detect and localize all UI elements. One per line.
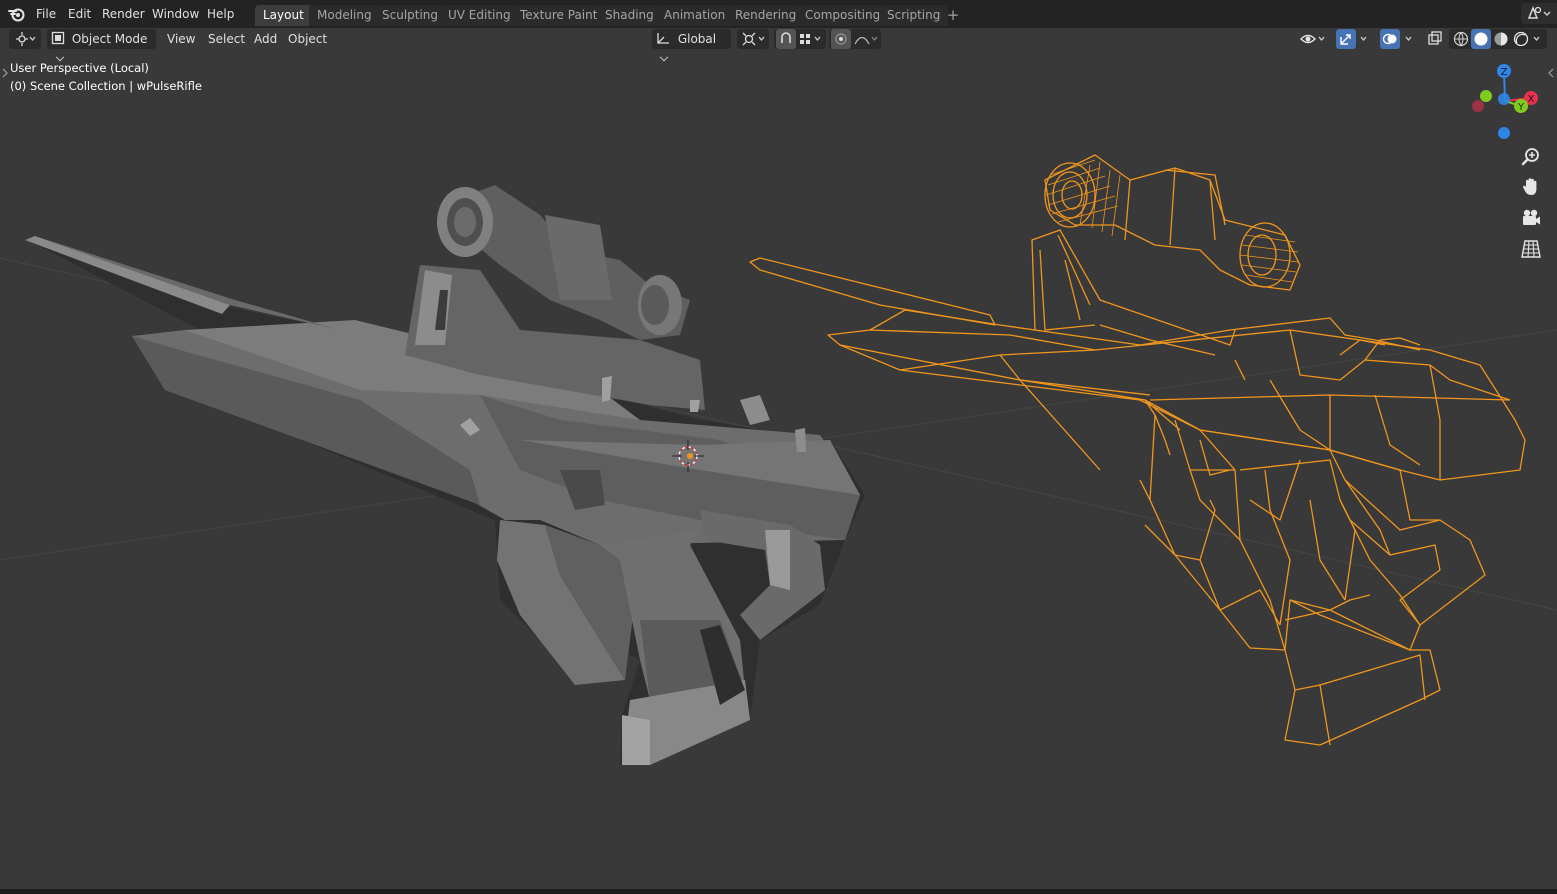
- scene-selector[interactable]: [1521, 3, 1557, 24]
- scene-icon: [1527, 5, 1551, 19]
- xray-toggle[interactable]: [1424, 29, 1446, 49]
- collection-label: (0) Scene Collection | wPulseRifle: [10, 79, 202, 93]
- sidebar-toggle-icon[interactable]: [1547, 68, 1555, 78]
- tab-modeling[interactable]: Modeling: [309, 5, 380, 26]
- shading-icons: [1453, 29, 1540, 49]
- menu-render[interactable]: Render: [101, 5, 146, 23]
- transform-orientation-icon: [657, 33, 669, 44]
- tab-layout[interactable]: Layout: [255, 5, 312, 26]
- overlay-toggle[interactable]: [1378, 29, 1418, 49]
- shading-material-icon: [1494, 32, 1508, 46]
- 3d-viewport[interactable]: Object Mode View Select Add Object Globa…: [0, 28, 1557, 889]
- shading-solid-icon: [1474, 32, 1488, 46]
- xray-icon: [1428, 31, 1442, 45]
- axis-neg-z-dot: [1498, 93, 1510, 105]
- snap-icon: [776, 29, 821, 49]
- editor-type-button[interactable]: [9, 29, 41, 49]
- camera-icon[interactable]: [1519, 206, 1543, 230]
- gizmo-toggle[interactable]: [1334, 29, 1372, 49]
- transform-orientation-label: Global: [677, 32, 717, 46]
- menu-help[interactable]: Help: [206, 5, 235, 23]
- axis-x-label: X: [1528, 94, 1535, 105]
- perspective-label: User Perspective (Local): [10, 61, 149, 75]
- shading-rendered-icon: [1513, 31, 1529, 47]
- tab-uv-editing[interactable]: UV Editing: [440, 5, 519, 26]
- menu-window[interactable]: Window: [151, 5, 200, 23]
- toolbar-toggle-icon[interactable]: [1, 68, 9, 78]
- gizmo-icon: [1336, 29, 1367, 49]
- menu-edit[interactable]: Edit: [67, 5, 92, 23]
- select-menu[interactable]: Select: [202, 29, 251, 49]
- wireframe-rifle-mesh: [749, 154, 1526, 746]
- navigation-gizmo[interactable]: Z X Y: [1465, 61, 1545, 141]
- axis-neg-x-icon: [1472, 100, 1484, 112]
- axis-neg-y-icon: [1480, 90, 1492, 102]
- pivot-icon: [742, 32, 765, 46]
- viewport-scene[interactable]: [0, 28, 1557, 889]
- shading-wireframe-icon: [1453, 31, 1469, 47]
- axis-y-label: Y: [1517, 102, 1525, 113]
- tab-shading[interactable]: Shading: [597, 5, 662, 26]
- editor-type-icon: [16, 32, 36, 46]
- add-workspace-button[interactable]: +: [944, 6, 962, 24]
- add-menu[interactable]: Add: [248, 29, 283, 49]
- hand-pan-icon[interactable]: [1519, 175, 1543, 199]
- status-bar: [0, 889, 1557, 894]
- tab-sculpting[interactable]: Sculpting: [374, 5, 447, 26]
- axis-neg-z-icon: [1498, 127, 1510, 139]
- object-mode-icon: [51, 31, 65, 45]
- snap-controls[interactable]: [774, 29, 826, 49]
- object-mode-dropdown[interactable]: Object Mode: [47, 29, 156, 62]
- axis-z-label: Z: [1501, 67, 1508, 78]
- pivot-point-dropdown[interactable]: [737, 29, 769, 49]
- top-menu-bar: File Edit Render Window Help Layout Mode…: [0, 0, 1557, 28]
- overlay-icon: [1380, 29, 1412, 49]
- tab-texture-paint[interactable]: Texture Paint: [512, 5, 606, 26]
- chevron-down-icon: [659, 52, 669, 62]
- transform-orientation-dropdown[interactable]: Global: [652, 29, 731, 62]
- menu-file[interactable]: File: [35, 5, 57, 23]
- visibility-dropdown[interactable]: [1296, 29, 1330, 49]
- zoom-icon[interactable]: [1519, 145, 1543, 169]
- blender-logo-icon[interactable]: [8, 5, 26, 23]
- visibility-icon: [1300, 34, 1325, 44]
- solid-rifle-mesh: [25, 185, 865, 765]
- tab-rendering[interactable]: Rendering: [727, 5, 805, 26]
- object-menu[interactable]: Object: [282, 29, 333, 49]
- proportional-editing-controls[interactable]: [829, 29, 881, 49]
- grid-icon[interactable]: [1519, 237, 1543, 261]
- object-mode-label: Object Mode: [71, 32, 148, 46]
- shading-mode-group: [1449, 29, 1547, 49]
- tab-compositing[interactable]: Compositing: [797, 5, 889, 26]
- proportional-edit-icon: [831, 29, 878, 49]
- tab-scripting[interactable]: Scripting: [879, 5, 949, 26]
- tab-animation[interactable]: Animation: [656, 5, 734, 26]
- view-menu[interactable]: View: [161, 29, 201, 49]
